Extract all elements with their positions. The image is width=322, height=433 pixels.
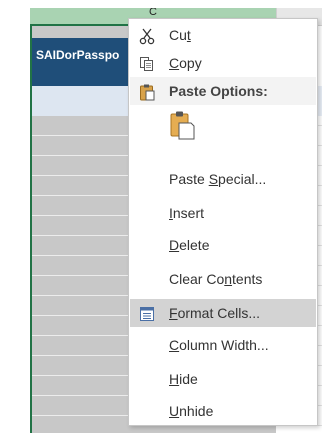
- menu-item-delete[interactable]: Delete: [130, 231, 316, 259]
- menu-item-cut[interactable]: Cut: [130, 21, 316, 49]
- menu-item-column-width[interactable]: Column Width...: [130, 331, 316, 359]
- menu-item-label: Paste Special...: [169, 171, 267, 187]
- menu-item-label: Unhide: [169, 403, 214, 419]
- copy-icon: [138, 54, 156, 72]
- menu-item-label: Delete: [169, 237, 210, 253]
- header-cell-text: SAIDorPasspo: [36, 48, 120, 62]
- menu-item-clear-contents[interactable]: Clear Contents: [130, 265, 316, 293]
- scissors-icon: [138, 26, 156, 45]
- menu-item-label: Column Width...: [169, 337, 269, 353]
- menu-item-format-cells[interactable]: Format Cells...: [130, 299, 316, 327]
- paste-button[interactable]: [168, 109, 198, 141]
- menu-item-paste-special[interactable]: Paste Special...: [130, 165, 316, 193]
- menu-item-copy[interactable]: Copy: [130, 49, 316, 77]
- paste-options-label: Paste Options:: [169, 83, 268, 99]
- format-cells-icon: [138, 304, 156, 322]
- menu-item-insert[interactable]: Insert: [130, 199, 316, 227]
- clipboard-icon: [138, 82, 156, 101]
- spreadsheet-window: C SAIDorPasspo Cut Copy Paste Options: P…: [0, 0, 322, 433]
- clipboard-paste-icon: [168, 111, 198, 144]
- column-header-letter: C: [149, 8, 157, 18]
- menu-item-label: Clear Contents: [169, 271, 263, 287]
- menu-item-label: Format Cells...: [169, 305, 261, 321]
- menu-item-label: Cut: [169, 27, 191, 43]
- context-menu: Cut Copy Paste Options: Paste Special...…: [128, 18, 318, 426]
- menu-item-hide[interactable]: Hide: [130, 365, 316, 393]
- menu-item-label: Insert: [169, 205, 205, 221]
- paste-options-header: Paste Options:: [130, 77, 316, 105]
- menu-item-unhide[interactable]: Unhide: [130, 397, 316, 425]
- menu-item-label: Copy: [169, 55, 202, 71]
- menu-item-label: Hide: [169, 371, 198, 387]
